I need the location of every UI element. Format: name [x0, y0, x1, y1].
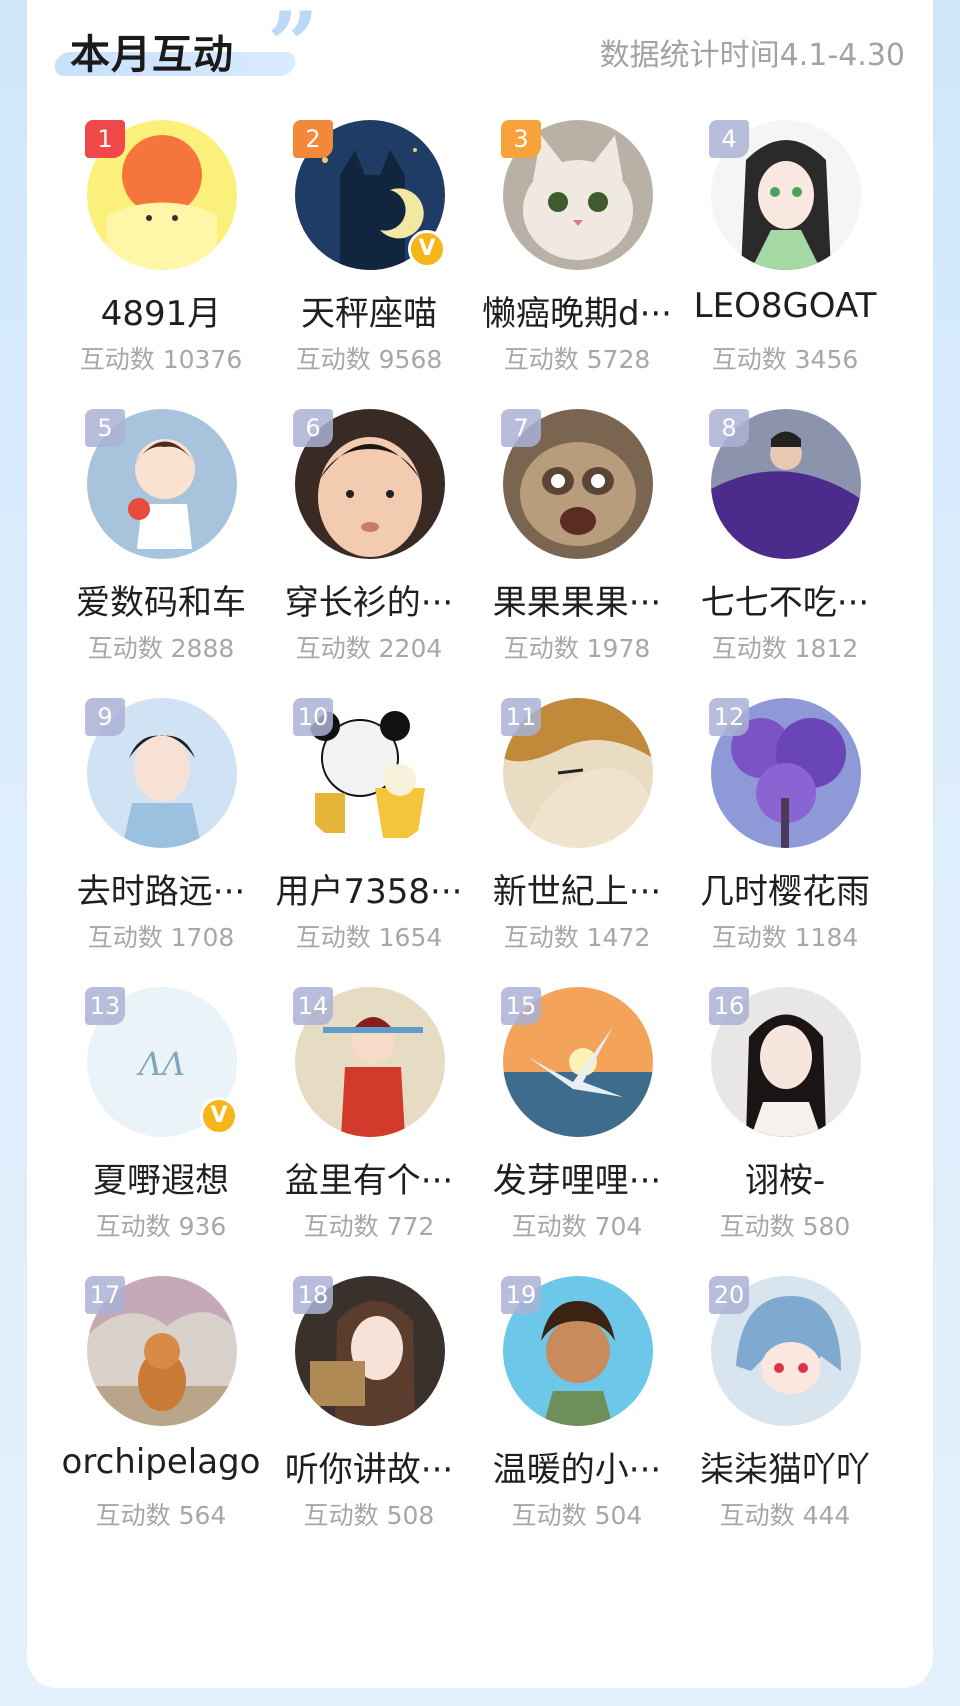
user-name[interactable]: 听你讲故···	[253, 1442, 485, 1491]
interaction-count: 互动数 936	[95, 1212, 227, 1241]
interaction-count: 互动数 9568	[295, 345, 443, 374]
user-rank-item[interactable]: 11 新世紀上··· 互动数 1472	[461, 698, 687, 978]
interaction-count: 互动数 504	[511, 1501, 643, 1530]
user-grid: 1 4891月 互动数 10376 2 V 天秤座喵 互动数 9568 3 懒癌晚期d··· 互动…	[27, 0, 933, 1706]
user-rank-item[interactable]: 5 爱数码和车 互动数 2888	[45, 409, 271, 689]
interaction-count: 互动数 5728	[503, 345, 651, 374]
svg-text:ɅɅ: ɅɅ	[136, 1045, 185, 1083]
rank-badge: 11	[501, 698, 541, 736]
user-rank-item[interactable]: 14 盆里有个··· 互动数 772	[253, 987, 479, 1267]
user-name[interactable]: 天秤座喵	[253, 286, 485, 335]
user-name[interactable]: 4891月	[45, 286, 277, 335]
rank-badge: 16	[709, 987, 749, 1025]
user-name[interactable]: 盆里有个···	[253, 1153, 485, 1202]
rank-badge: 10	[293, 698, 333, 736]
interaction-count: 互动数 3456	[711, 345, 859, 374]
rank-badge: 5	[85, 409, 125, 447]
interaction-count: 互动数 1654	[295, 923, 443, 952]
user-rank-item[interactable]: 10 用户7358··· 互动数 1654	[253, 698, 479, 978]
user-name[interactable]: orchipelago	[45, 1442, 277, 1482]
user-rank-item[interactable]: 16 诩桉- 互动数 580	[669, 987, 895, 1267]
rank-badge: 13	[85, 987, 125, 1025]
rank-badge: 12	[709, 698, 749, 736]
user-name[interactable]: 爱数码和车	[45, 575, 277, 624]
user-rank-item[interactable]: ɅɅ 13 V 夏嘢遐想 互动数 936	[45, 987, 271, 1267]
interaction-count: 互动数 1184	[711, 923, 859, 952]
user-rank-item[interactable]: 20 柒柒猫吖吖 互动数 444	[669, 1276, 895, 1556]
user-rank-item[interactable]: 9 去时路远··· 互动数 1708	[45, 698, 271, 978]
rank-badge: 7	[501, 409, 541, 447]
rank-badge: 17	[85, 1276, 125, 1314]
user-name[interactable]: 穿长衫的···	[253, 575, 485, 624]
rank-badge: 6	[293, 409, 333, 447]
verified-icon: V	[408, 230, 446, 268]
user-rank-item[interactable]: 8 七七不吃··· 互动数 1812	[669, 409, 895, 689]
user-rank-item[interactable]: 2 V 天秤座喵 互动数 9568	[253, 120, 479, 400]
rank-badge: 2	[293, 120, 333, 158]
user-rank-item[interactable]: 17 orchipelago 互动数 564	[45, 1276, 271, 1556]
user-name[interactable]: 用户7358···	[253, 864, 485, 913]
rank-badge: 3	[501, 120, 541, 158]
user-name[interactable]: 发芽哩哩···	[461, 1153, 693, 1202]
interaction-count: 互动数 2204	[295, 634, 443, 663]
rank-badge: 20	[709, 1276, 749, 1314]
interaction-count: 互动数 704	[511, 1212, 643, 1241]
rank-badge: 1	[85, 120, 125, 158]
interaction-count: 互动数 10376	[79, 345, 243, 374]
interaction-count: 互动数 580	[719, 1212, 851, 1241]
user-rank-item[interactable]: 7 果果果果··· 互动数 1978	[461, 409, 687, 689]
interaction-count: 互动数 1978	[503, 634, 651, 663]
interaction-count: 互动数 1472	[503, 923, 651, 952]
rank-badge: 18	[293, 1276, 333, 1314]
interaction-count: 互动数 1812	[711, 634, 859, 663]
interaction-count: 互动数 772	[303, 1212, 435, 1241]
user-name[interactable]: 新世紀上···	[461, 864, 693, 913]
rank-badge: 8	[709, 409, 749, 447]
user-name[interactable]: 夏嘢遐想	[45, 1153, 277, 1202]
user-name[interactable]: 去时路远···	[45, 864, 277, 913]
interaction-count: 互动数 508	[303, 1501, 435, 1530]
user-name[interactable]: LEO8GOAT	[669, 286, 901, 326]
rank-badge: 19	[501, 1276, 541, 1314]
user-rank-item[interactable]: 15 发芽哩哩··· 互动数 704	[461, 987, 687, 1267]
interaction-count: 互动数 444	[719, 1501, 851, 1530]
user-name[interactable]: 温暖的小···	[461, 1442, 693, 1491]
rank-badge: 15	[501, 987, 541, 1025]
user-name[interactable]: 懒癌晚期d···	[461, 286, 693, 335]
user-name[interactable]: 几时樱花雨	[669, 864, 901, 913]
user-name[interactable]: 柒柒猫吖吖	[669, 1442, 901, 1491]
interaction-count: 互动数 564	[95, 1501, 227, 1530]
user-name[interactable]: 果果果果···	[461, 575, 693, 624]
interaction-count: 互动数 1708	[87, 923, 235, 952]
user-rank-item[interactable]: 4 LEO8GOAT 互动数 3456	[669, 120, 895, 400]
rank-badge: 4	[709, 120, 749, 158]
user-name[interactable]: 诩桉-	[669, 1153, 901, 1202]
user-rank-item[interactable]: 18 听你讲故··· 互动数 508	[253, 1276, 479, 1556]
user-rank-item[interactable]: 6 穿长衫的··· 互动数 2204	[253, 409, 479, 689]
user-rank-item[interactable]: 3 懒癌晚期d··· 互动数 5728	[461, 120, 687, 400]
user-rank-item[interactable]: 12 几时樱花雨 互动数 1184	[669, 698, 895, 978]
rank-badge: 9	[85, 698, 125, 736]
verified-icon: V	[200, 1097, 238, 1135]
interaction-count: 互动数 2888	[87, 634, 235, 663]
user-rank-item[interactable]: 19 温暖的小··· 互动数 504	[461, 1276, 687, 1556]
user-name[interactable]: 七七不吃···	[669, 575, 901, 624]
rank-badge: 14	[293, 987, 333, 1025]
user-rank-item[interactable]: 1 4891月 互动数 10376	[45, 120, 271, 400]
